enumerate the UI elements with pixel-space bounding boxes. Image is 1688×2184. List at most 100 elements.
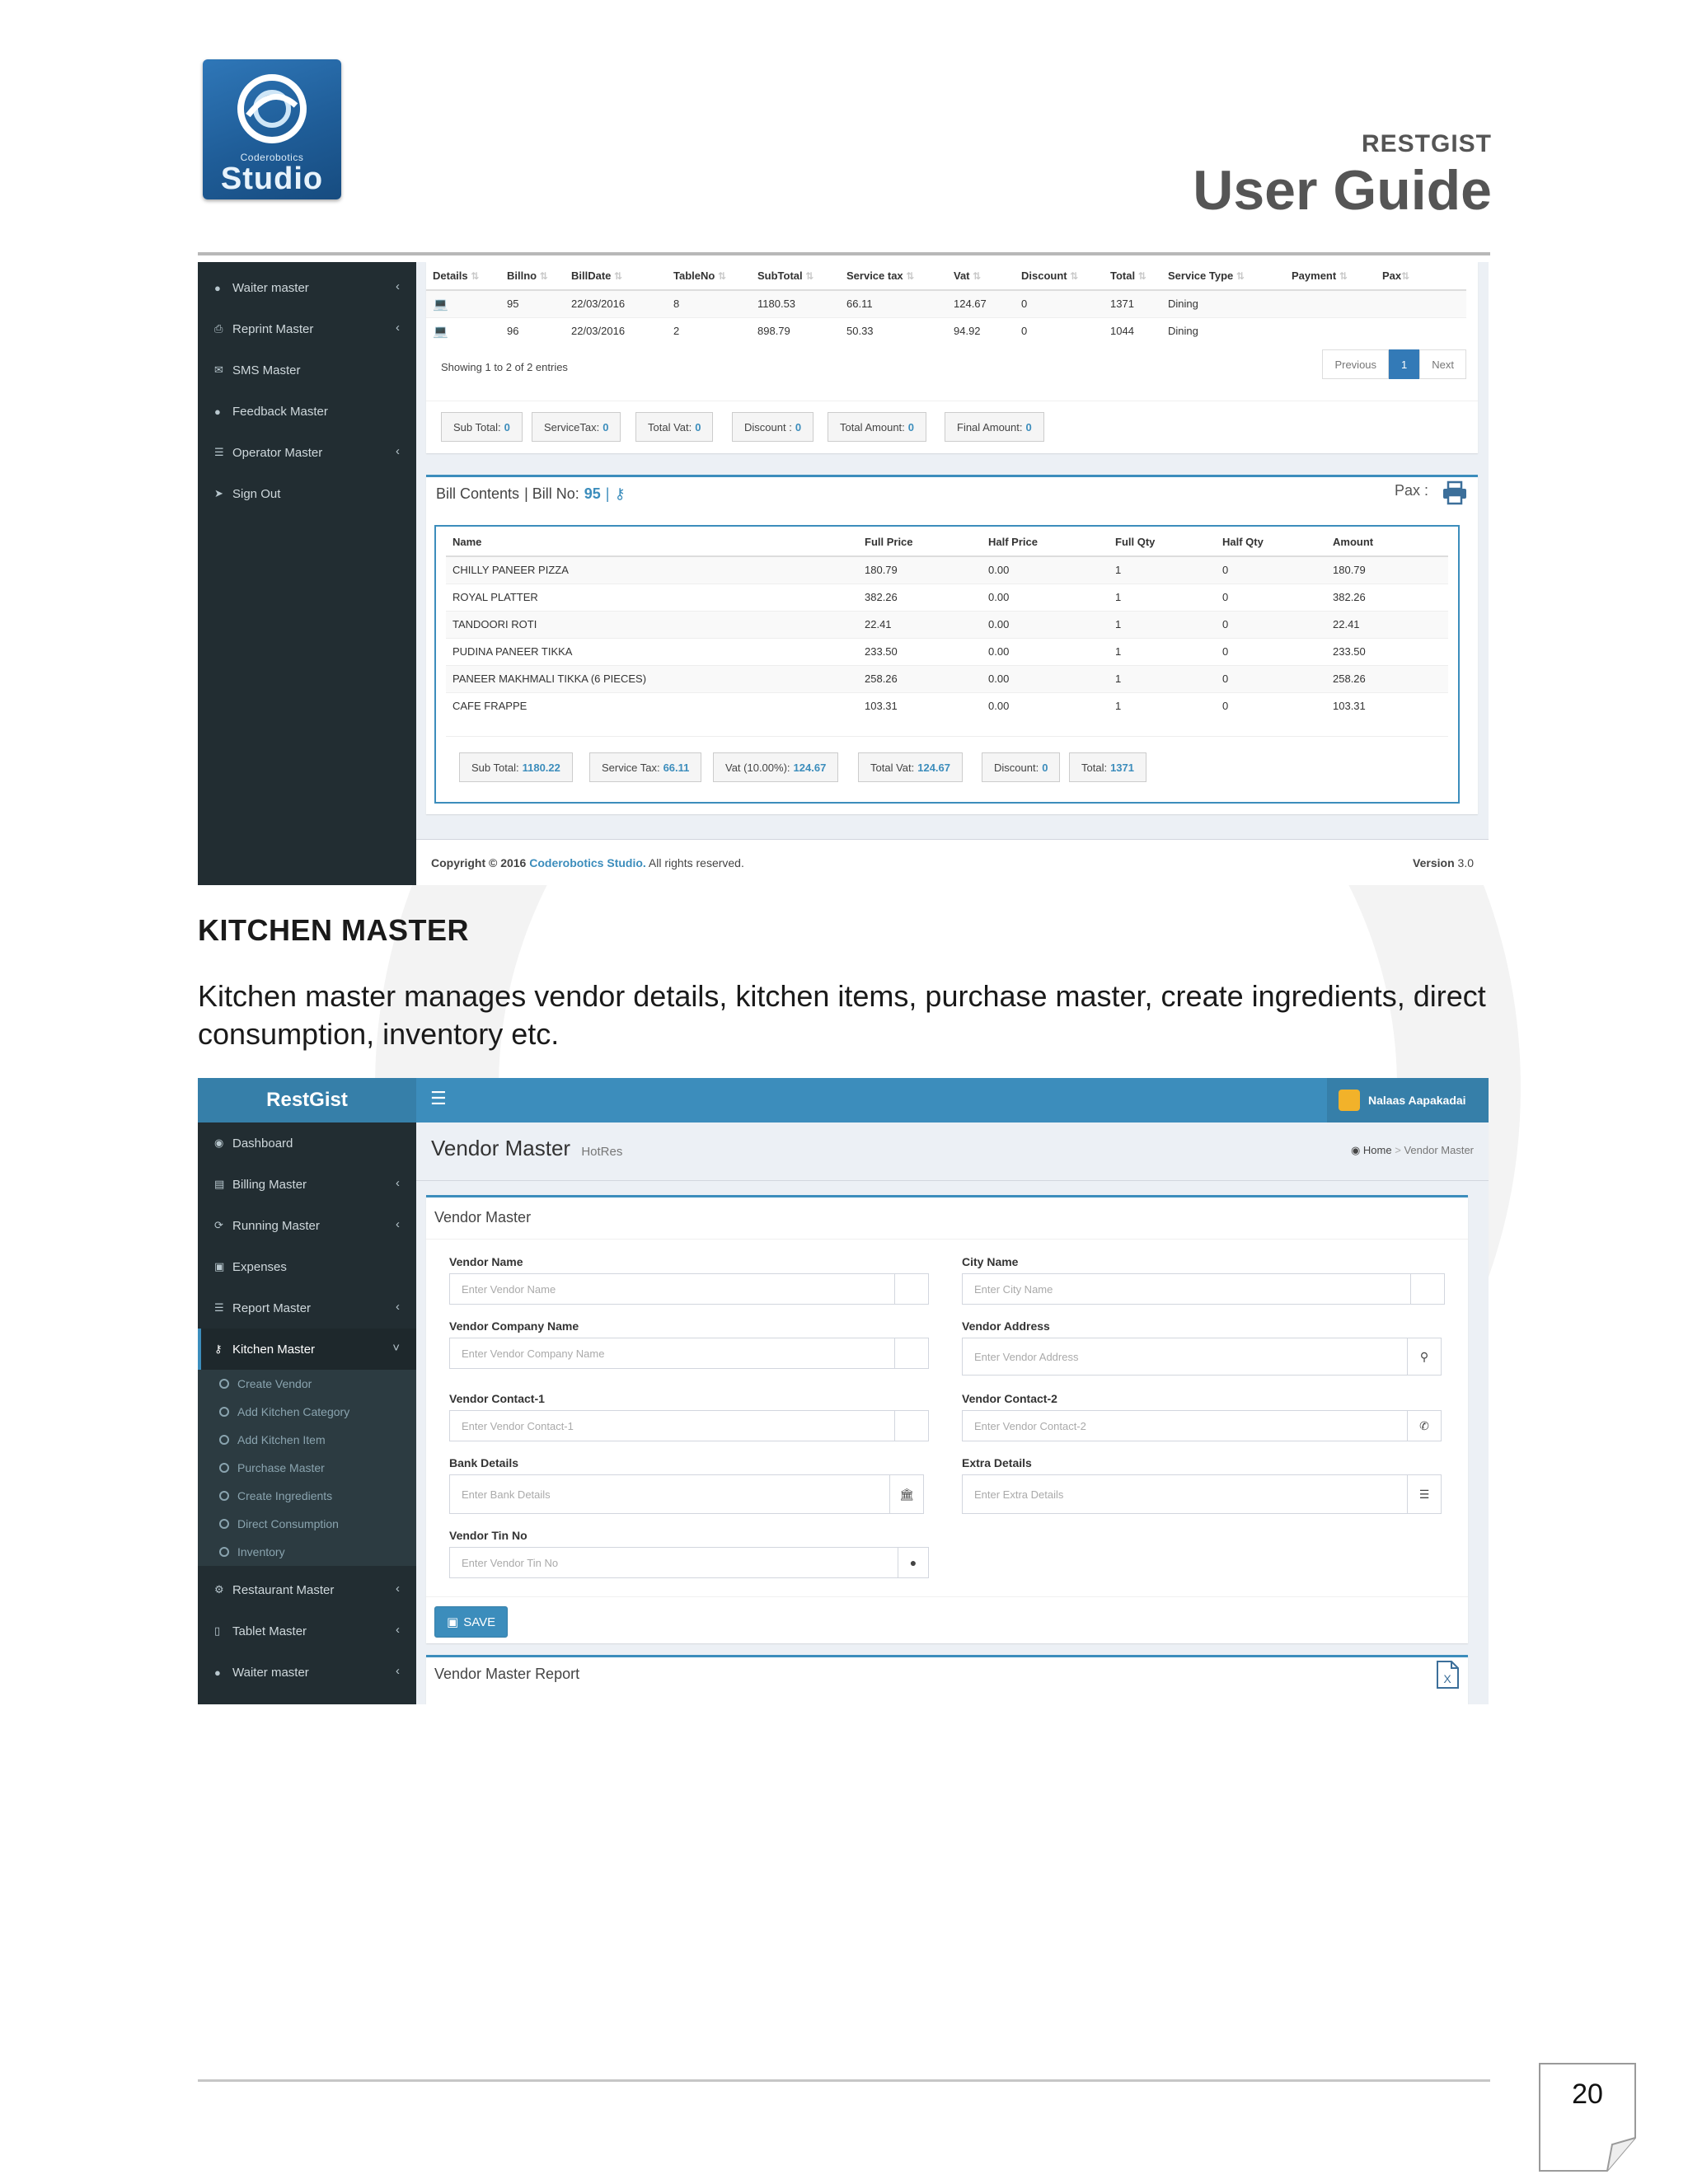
content-area: Vendor Master HotRes ◉ Home > Vendor Mas… [416,1122,1489,1704]
vendor-master-screenshot: RestGist ☰ Nalaas Aapakadai ◉ Dashboard ▤… [198,1078,1489,1704]
bank-details-textarea[interactable]: Enter Bank Details [449,1474,891,1514]
bill-discount-chip: Discount: 0 [982,752,1061,782]
company-link[interactable]: Coderobotics Studio. [529,856,646,869]
submenu-item-inventory[interactable]: Inventory [198,1538,416,1566]
sidebar-item-sms-master[interactable]: ✉ SMS Master [198,349,416,391]
breadcrumb-home[interactable]: Home [1363,1144,1392,1156]
logo-main-text: Studio [220,162,324,196]
sidebar-item-reprint-master[interactable]: ⎙ Reprint Master ‹ [198,308,416,349]
city-name-input[interactable]: Enter City Name [962,1273,1412,1305]
page-number: 20 [1572,2079,1603,2110]
bill-totalvat-chip: Total Vat: 124.67 [858,752,963,782]
user-menu[interactable]: Nalaas Aapakadai [1327,1078,1489,1122]
submenu-item-add-kitchen-item[interactable]: Add Kitchen Item [198,1426,416,1454]
vendor-contact-2-input[interactable]: Enter Vendor Contact-2 [962,1410,1409,1441]
column-header[interactable]: TableNo ⇅ [667,262,751,291]
chevron-left-icon: ‹ [396,321,400,335]
section-title: KITCHEN MASTER [198,913,469,947]
menu-toggle-icon[interactable]: ☰ [430,1088,447,1109]
page-1-button[interactable]: 1 [1389,349,1420,379]
monitor-icon[interactable]: 💻 [433,325,448,339]
next-button[interactable]: Next [1419,349,1466,379]
footer-divider [198,2079,1490,2082]
column-header[interactable]: SubTotal ⇅ [751,262,840,291]
logo-rings-icon [237,74,307,143]
chevron-down-icon: ˅ [392,1341,400,1355]
chevron-left-icon: ‹ [396,1217,400,1231]
section-description: Kitchen master manages vendor details, k… [198,979,1486,1051]
details-cell[interactable]: 💻 [426,289,500,317]
vendor-name-input[interactable]: Enter Vendor Name [449,1273,896,1305]
subtotal-chip: Sub Total: 0 [441,412,523,442]
chevron-left-icon: ‹ [396,1623,400,1637]
submenu-item-add-kitchen-category[interactable]: Add Kitchen Category [198,1398,416,1426]
list-icon: ☰ [214,446,224,458]
sidebar-item-running-master[interactable]: ⟳ Running Master ‹ [198,1205,416,1246]
details-cell[interactable]: 💻 [426,316,500,344]
servicetax-chip: ServiceTax: 0 [532,412,621,442]
page-title: Vendor Master HotRes [431,1136,623,1160]
circle-icon [219,1519,229,1529]
column-header[interactable]: Payment ⇅ [1285,262,1376,291]
user-icon: ● [214,1666,221,1679]
printer-icon[interactable] [1442,480,1468,505]
column-header[interactable]: Details ⇅ [426,262,500,291]
chevron-left-icon: ‹ [396,1176,400,1190]
chevron-left-icon: ‹ [396,1664,400,1678]
column-header[interactable]: Service Type ⇅ [1161,262,1285,291]
bills-table: Details ⇅ Billno ⇅ BillDate ⇅ TableNo ⇅ … [426,262,1466,344]
column-header[interactable]: BillDate ⇅ [565,262,667,291]
tablet-icon: ▯ [214,1624,221,1637]
column-header[interactable]: Total ⇅ [1104,262,1161,291]
monitor-icon[interactable]: 💻 [433,298,448,312]
column-header[interactable]: Pax⇅ [1376,262,1466,291]
vendor-address-textarea[interactable]: Enter Vendor Address [962,1338,1409,1376]
vendor-company-name-input[interactable]: Enter Vendor Company Name [449,1338,896,1369]
report-title: Vendor Master Report [434,1666,580,1682]
input-addon [894,1273,929,1305]
bill-subtotal-chip: Sub Total: 1180.22 [459,752,573,782]
vendor-tin-input[interactable]: Enter Vendor Tin No [449,1547,899,1578]
sidebar-item-expenses[interactable]: ▣ Expenses [198,1246,416,1287]
excel-export-icon[interactable]: X [1435,1661,1460,1689]
bill-contents-header: Bill Contents | Bill No: 95 | ⚷ [436,485,626,502]
extra-details-textarea[interactable]: Enter Extra Details [962,1474,1409,1514]
sort-icon: ⇅ [1339,270,1348,282]
dashboard-icon: ◉ [214,1137,224,1149]
column-header[interactable]: Service tax ⇅ [840,262,947,291]
sidebar-item-waiter-master[interactable]: ● Waiter master ‹ [198,267,416,308]
submenu-item-purchase-master[interactable]: Purchase Master [198,1454,416,1482]
sidebar-item-report-master[interactable]: ☰ Report Master ‹ [198,1287,416,1329]
sidebar-item-restaurant-master[interactable]: ⚙ Restaurant Master ‹ [198,1569,416,1610]
home-icon: ◉ [1350,1144,1361,1156]
submenu-item-create-ingredients[interactable]: Create Ingredients [198,1482,416,1510]
entries-info: Showing 1 to 2 of 2 entries [441,361,568,373]
sidebar-item-billing-master[interactable]: ▤ Billing Master ‹ [198,1164,416,1205]
page-number-badge: 20 [1538,2062,1637,2174]
bill-items-table: Name Full Price Half Price Full Qty Half… [446,528,1448,719]
table-row: PANEER MAKHMALI TIKKA (6 PIECES) 258.26 0.… [446,664,1448,692]
submenu-item-create-vendor[interactable]: Create Vendor [198,1370,416,1398]
brand-name: RESTGIST [1361,130,1492,157]
save-button[interactable]: ▣ SAVE [434,1606,509,1638]
vendor-contact-1-input[interactable]: Enter Vendor Contact-1 [449,1410,896,1441]
sidebar-item-dashboard[interactable]: ◉ Dashboard [198,1122,416,1164]
discount-chip: Discount :0 [732,412,814,442]
sidebar-item-kitchen-master[interactable]: ⚷ Kitchen Master ˅ [198,1329,416,1370]
column-header[interactable]: Billno ⇅ [500,262,565,291]
column-header[interactable]: Vat ⇅ [947,262,1015,291]
column-header[interactable]: Discount ⇅ [1015,262,1104,291]
sidebar-item-operator-master[interactable]: ☰ Operator Master ‹ [198,432,416,473]
sidebar-item-feedback-master[interactable]: ● Feedback Master [198,391,416,432]
bill-items-panel: Name Full Price Half Price Full Qty Half… [434,525,1460,804]
sidebar-item-waiter-master[interactable]: ● Waiter master ‹ [198,1652,416,1693]
app-logo[interactable]: RestGist [198,1078,416,1122]
sort-icon: ⇅ [471,270,480,282]
submenu-item-direct-consumption[interactable]: Direct Consumption [198,1510,416,1538]
bill-total-chip: Total: 1371 [1069,752,1146,782]
sort-icon: ⇅ [973,270,982,282]
previous-button[interactable]: Previous [1322,349,1390,379]
sidebar-item-sign-out[interactable]: ➤ Sign Out [198,473,416,514]
sidebar-item-tablet-master[interactable]: ▯ Tablet Master ‹ [198,1610,416,1652]
envelope-icon: ✉ [214,363,223,376]
